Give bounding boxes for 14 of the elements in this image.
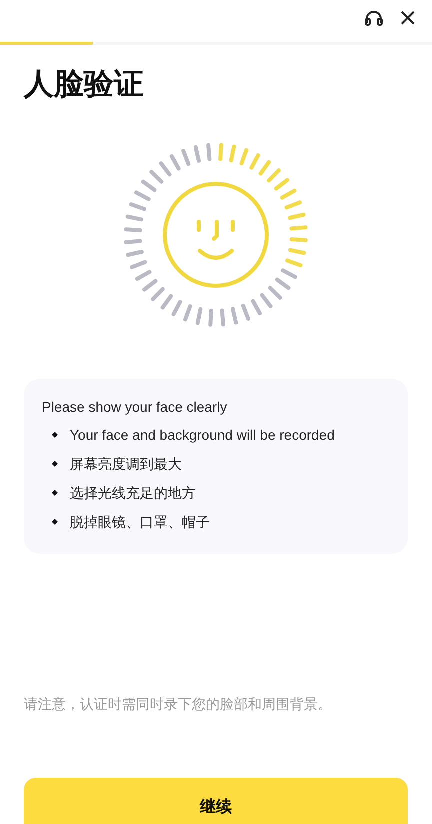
bullet-icon xyxy=(52,519,58,525)
notice-text: 请注意，认证时需同时录下您的脸部和周围背景。 xyxy=(24,695,332,714)
tip-text: 屏幕亮度调到最大 xyxy=(70,455,182,474)
close-icon[interactable] xyxy=(400,10,416,26)
tip-text: 选择光线充足的地方 xyxy=(70,484,196,503)
bullet-icon xyxy=(52,432,58,438)
tip-text: 脱掉眼镜、口罩、帽子 xyxy=(70,513,210,532)
bullet-icon xyxy=(52,461,58,467)
tip-text: Your face and background will be recorded xyxy=(70,426,335,445)
bullet-icon xyxy=(52,490,58,496)
continue-button[interactable]: 继续 xyxy=(24,778,408,824)
headset-icon[interactable] xyxy=(364,9,384,27)
page-title: 人脸验证 xyxy=(24,67,144,103)
tips-heading: Please show your face clearly xyxy=(42,398,228,417)
